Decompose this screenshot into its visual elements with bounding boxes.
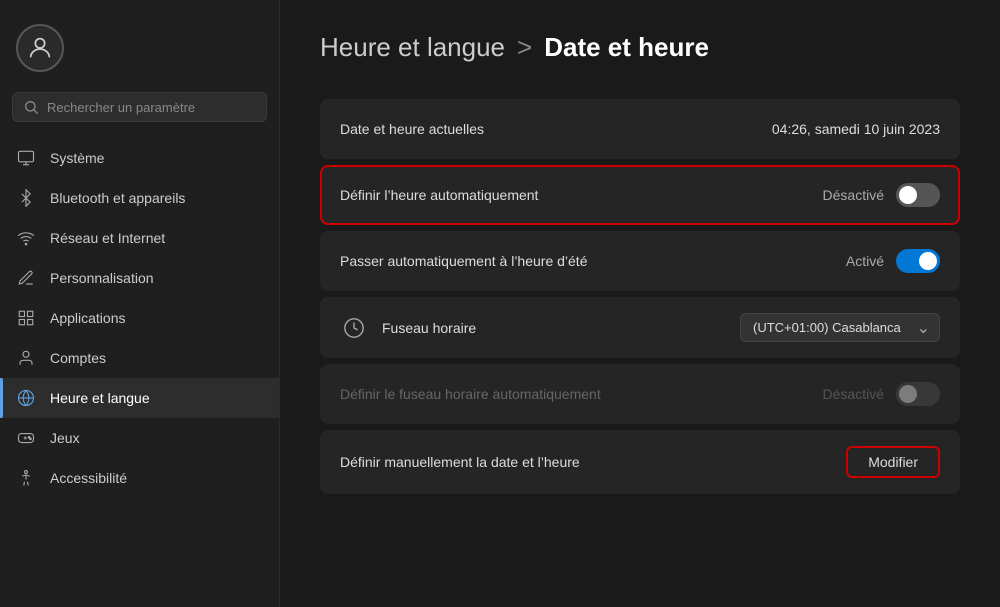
- modifier-button[interactable]: Modifier: [846, 446, 940, 478]
- sidebar-item-label: Réseau et Internet: [50, 230, 165, 246]
- section-summer-time: Passer automatiquement à l’heure d’été A…: [320, 231, 960, 291]
- avatar[interactable]: [16, 24, 64, 72]
- sidebar-item-reseau[interactable]: Réseau et Internet: [0, 218, 279, 258]
- sidebar-item-label: Accessibilité: [50, 470, 127, 486]
- section-auto-timezone: Définir le fuseau horaire automatiquemen…: [320, 364, 960, 424]
- sidebar-item-label: Personnalisation: [50, 270, 154, 286]
- row-summer-time: Passer automatiquement à l’heure d’été A…: [320, 231, 960, 291]
- page-header: Heure et langue > Date et heure: [320, 32, 960, 63]
- row-label-current-datetime: Date et heure actuelles: [340, 121, 772, 137]
- breadcrumb-parent: Heure et langue: [320, 32, 505, 63]
- gamepad-icon: [16, 428, 36, 448]
- sidebar-item-jeux[interactable]: Jeux: [0, 418, 279, 458]
- nav-list: Système Bluetooth et appareils Réseau et…: [0, 138, 279, 607]
- row-value-auto-time: Désactivé: [823, 187, 884, 203]
- timezone-select[interactable]: (UTC+01:00) Casablanca: [740, 313, 940, 342]
- row-value-auto-timezone: Désactivé: [823, 386, 884, 402]
- row-current-datetime: Date et heure actuelles 04:26, samedi 10…: [320, 99, 960, 159]
- sidebar-item-label: Comptes: [50, 350, 106, 366]
- row-timezone: Fuseau horaire (UTC+01:00) Casablanca: [320, 297, 960, 358]
- sidebar-item-systeme[interactable]: Système: [0, 138, 279, 178]
- sidebar-item-bluetooth[interactable]: Bluetooth et appareils: [0, 178, 279, 218]
- sidebar-item-label: Applications: [50, 310, 126, 326]
- monitor-icon: [16, 148, 36, 168]
- main-content: Heure et langue > Date et heure Date et …: [280, 0, 1000, 607]
- timezone-dropdown-wrapper[interactable]: (UTC+01:00) Casablanca: [740, 313, 940, 342]
- section-timezone: Fuseau horaire (UTC+01:00) Casablanca: [320, 297, 960, 358]
- search-box[interactable]: [12, 92, 267, 122]
- row-auto-timezone: Définir le fuseau horaire automatiquemen…: [320, 364, 960, 424]
- toggle-auto-timezone[interactable]: [896, 382, 940, 406]
- sidebar-item-accessibilite[interactable]: Accessibilité: [0, 458, 279, 498]
- section-manual-datetime: Définir manuellement la date et l’heure …: [320, 430, 960, 494]
- row-value-current-datetime: 04:26, samedi 10 juin 2023: [772, 121, 940, 137]
- sidebar-item-label: Système: [50, 150, 104, 166]
- sidebar-item-applications[interactable]: Applications: [0, 298, 279, 338]
- row-label-summer-time: Passer automatiquement à l’heure d’été: [340, 253, 846, 269]
- pen-icon: [16, 268, 36, 288]
- sidebar-item-comptes[interactable]: Comptes: [0, 338, 279, 378]
- globe-icon: [16, 388, 36, 408]
- sidebar-item-label: Bluetooth et appareils: [50, 190, 185, 206]
- wifi-icon: [16, 228, 36, 248]
- accessibility-icon: [16, 468, 36, 488]
- row-manual-datetime: Définir manuellement la date et l’heure …: [320, 430, 960, 494]
- search-icon: [23, 99, 39, 115]
- row-label-auto-time: Définir l’heure automatiquement: [340, 187, 823, 203]
- user-icon: [16, 348, 36, 368]
- sidebar-item-perso[interactable]: Personnalisation: [0, 258, 279, 298]
- user-avatar-icon: [26, 34, 54, 62]
- sidebar: Système Bluetooth et appareils Réseau et…: [0, 0, 280, 607]
- row-label-manual-datetime: Définir manuellement la date et l’heure: [340, 454, 846, 470]
- breadcrumb-current: Date et heure: [544, 32, 709, 63]
- globe-clock-icon: [340, 314, 368, 342]
- toggle-summer-time[interactable]: [896, 249, 940, 273]
- breadcrumb-separator: >: [517, 32, 532, 63]
- avatar-area: [0, 16, 279, 92]
- sidebar-item-label: Jeux: [50, 430, 80, 446]
- row-value-summer-time: Activé: [846, 253, 884, 269]
- row-auto-time: Définir l’heure automatiquement Désactiv…: [320, 165, 960, 225]
- toggle-auto-time[interactable]: [896, 183, 940, 207]
- search-input[interactable]: [47, 100, 256, 115]
- sidebar-item-heure[interactable]: Heure et langue: [0, 378, 279, 418]
- sidebar-item-label: Heure et langue: [50, 390, 150, 406]
- bluetooth-icon: [16, 188, 36, 208]
- row-label-timezone: Fuseau horaire: [382, 320, 740, 336]
- section-current-datetime: Date et heure actuelles 04:26, samedi 10…: [320, 99, 960, 159]
- grid-icon: [16, 308, 36, 328]
- row-label-auto-timezone: Définir le fuseau horaire automatiquemen…: [340, 386, 823, 402]
- section-auto-time: Définir l’heure automatiquement Désactiv…: [320, 165, 960, 225]
